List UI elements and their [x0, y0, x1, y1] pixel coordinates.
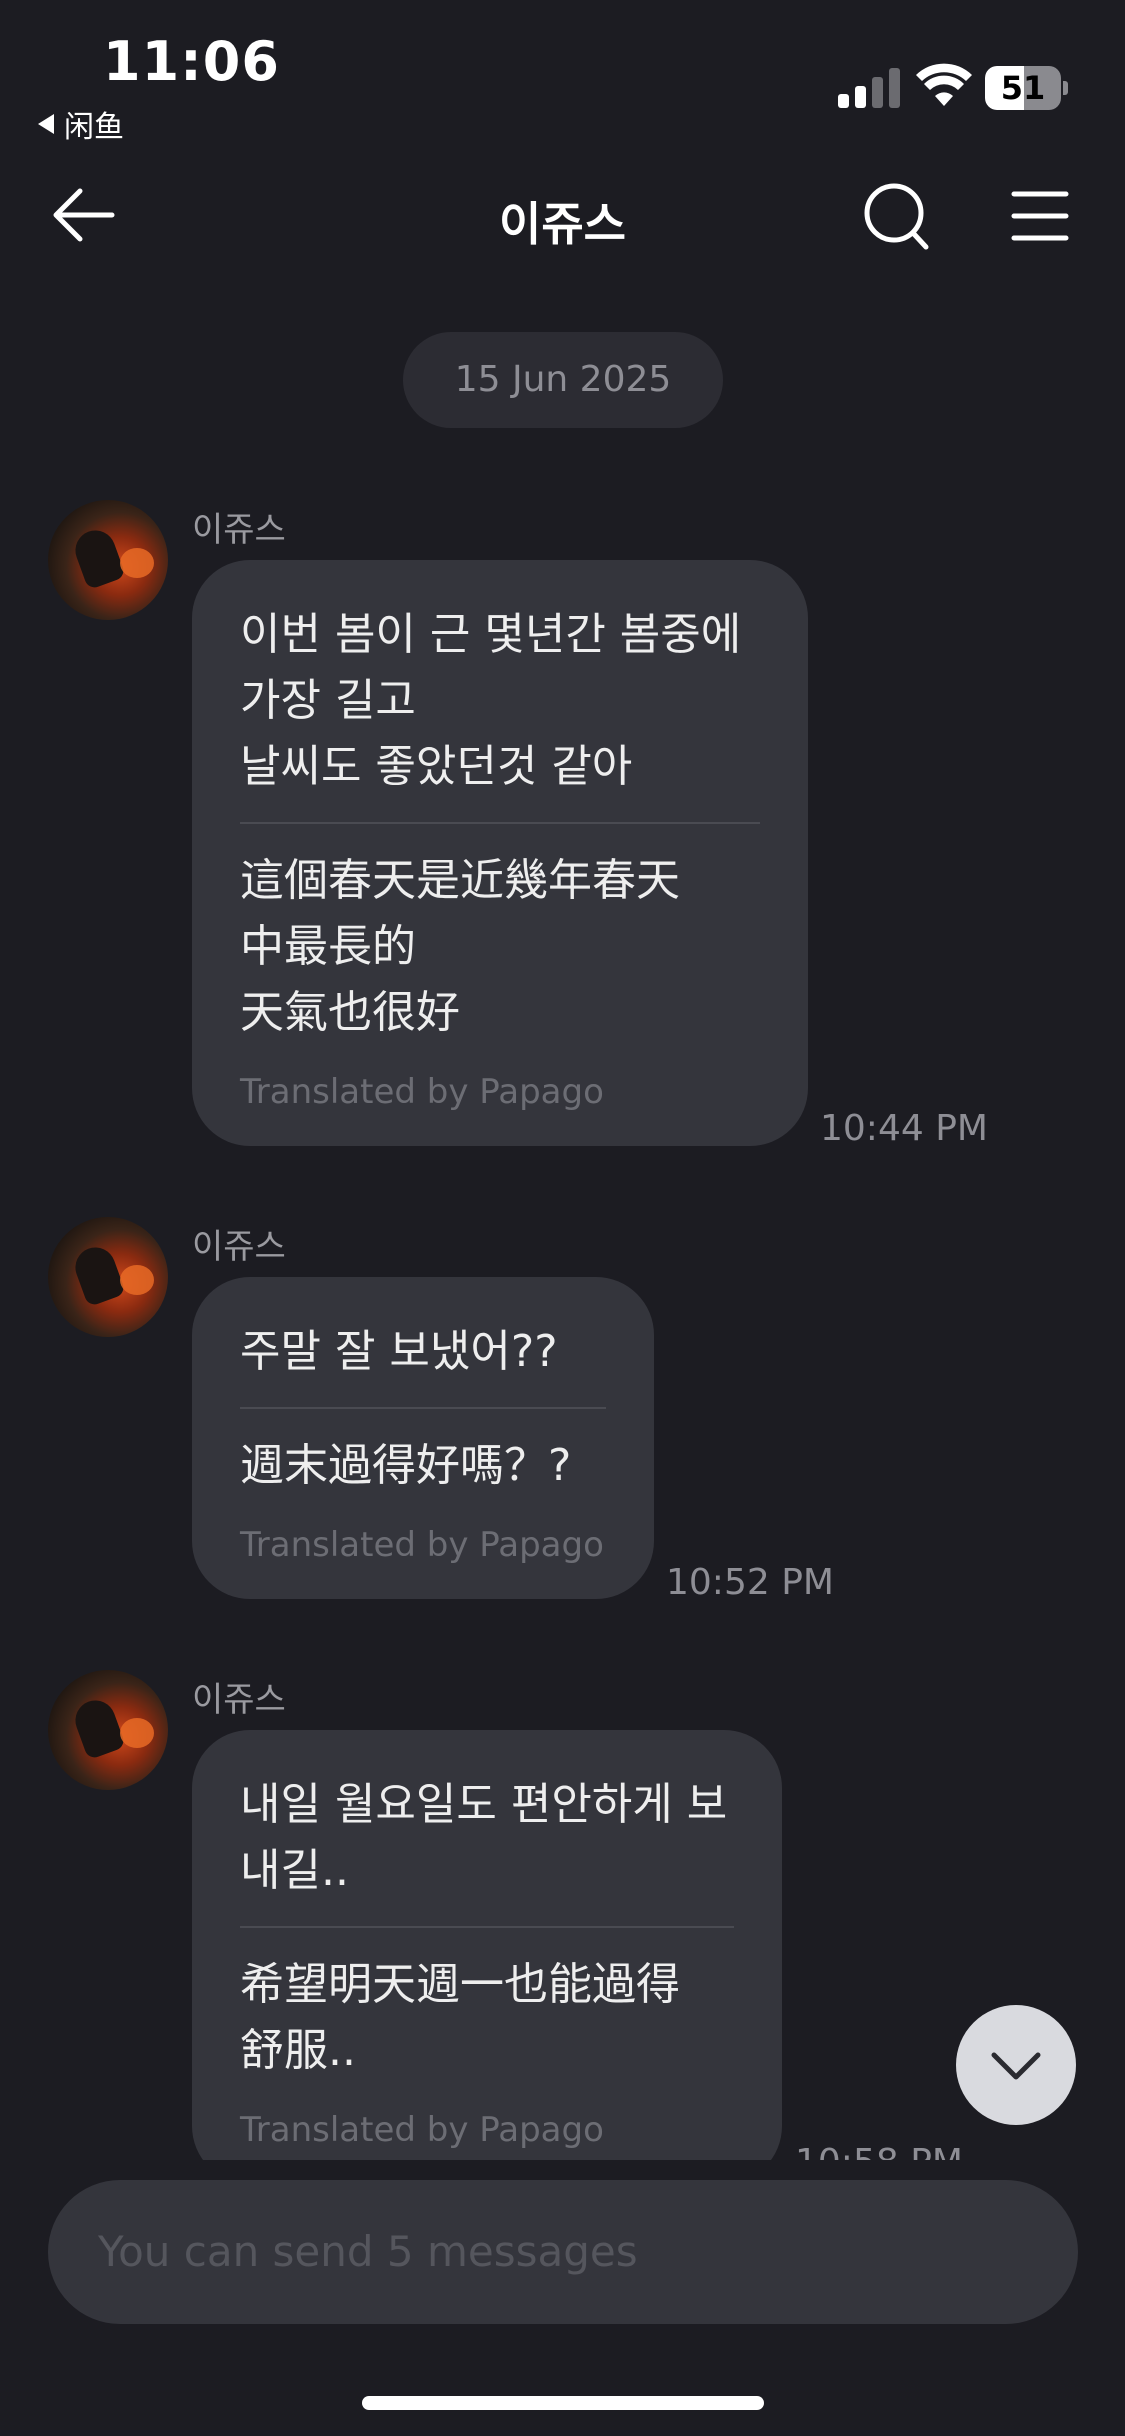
battery-cap [1063, 81, 1068, 95]
message-translation: 週末過得好嗎？? [240, 1440, 572, 1491]
chat-header: 이쥬스 [0, 170, 1125, 260]
home-indicator[interactable] [362, 2396, 764, 2410]
battery-icon: 51 [985, 66, 1068, 110]
back-triangle-icon [38, 114, 54, 134]
translation-divider [240, 1926, 734, 1928]
translated-by-label: Translated by Papago [240, 2110, 604, 2150]
back-to-app[interactable]: 闲鱼 [38, 102, 124, 146]
message-input[interactable]: You can send 5 messages [48, 2180, 1078, 2324]
battery-percent: 51 [1000, 69, 1046, 107]
message-bubble[interactable]: 주말 잘 보냈어?? 週末過得好嗎？? Translated by Papago [192, 1277, 654, 1599]
chevron-down-icon [991, 2052, 1041, 2080]
avatar[interactable] [48, 1217, 168, 1337]
translation-divider [240, 1407, 606, 1409]
message-bubble[interactable]: 이번 봄이 근 몇년간 봄중에 가장 길고 날씨도 좋았던것 같아 這個春天是近… [192, 560, 808, 1146]
date-separator: 15 Jun 2025 [403, 332, 723, 428]
sender-name: 이쥬스 [192, 1227, 286, 1267]
message-translation: 這個春天是近幾年春天 中最長的 天氣也很好 [240, 855, 680, 1038]
avatar[interactable] [48, 500, 168, 620]
message-original: 이번 봄이 근 몇년간 봄중에 가장 길고 날씨도 좋았던것 같아 [240, 609, 742, 792]
wifi-icon [916, 63, 972, 106]
translated-by-label: Translated by Papago [240, 1072, 604, 1112]
status-time: 11:06 [103, 30, 280, 93]
message-original: 주말 잘 보냈어?? [240, 1326, 558, 1377]
menu-icon[interactable] [1010, 188, 1070, 244]
sender-name: 이쥬스 [192, 510, 286, 550]
cellular-signal-icon [838, 66, 900, 108]
message-original: 내일 월요일도 편안하게 보 내길.. [240, 1779, 728, 1896]
message-translation: 希望明天週一也能過得 舒服.. [240, 1959, 680, 2076]
message-time: 10:44 PM [820, 1108, 988, 1149]
message-time: 10:52 PM [666, 1562, 834, 1603]
message-bubble[interactable]: 내일 월요일도 편안하게 보 내길.. 希望明天週一也能過得 舒服.. Tran… [192, 1730, 782, 2184]
scroll-to-bottom-button[interactable] [956, 2005, 1076, 2125]
sender-name: 이쥬스 [192, 1680, 286, 1720]
avatar[interactable] [48, 1670, 168, 1790]
back-app-label: 闲鱼 [64, 110, 124, 145]
search-icon[interactable] [862, 180, 932, 252]
translated-by-label: Translated by Papago [240, 1525, 604, 1565]
translation-divider [240, 822, 760, 824]
chat-screen: 11:06 闲鱼 51 이쥬스 15 Jun 2025 이쥬스 이번 봄이 근 … [0, 0, 1125, 2436]
chat-title: 이쥬스 [499, 197, 626, 251]
